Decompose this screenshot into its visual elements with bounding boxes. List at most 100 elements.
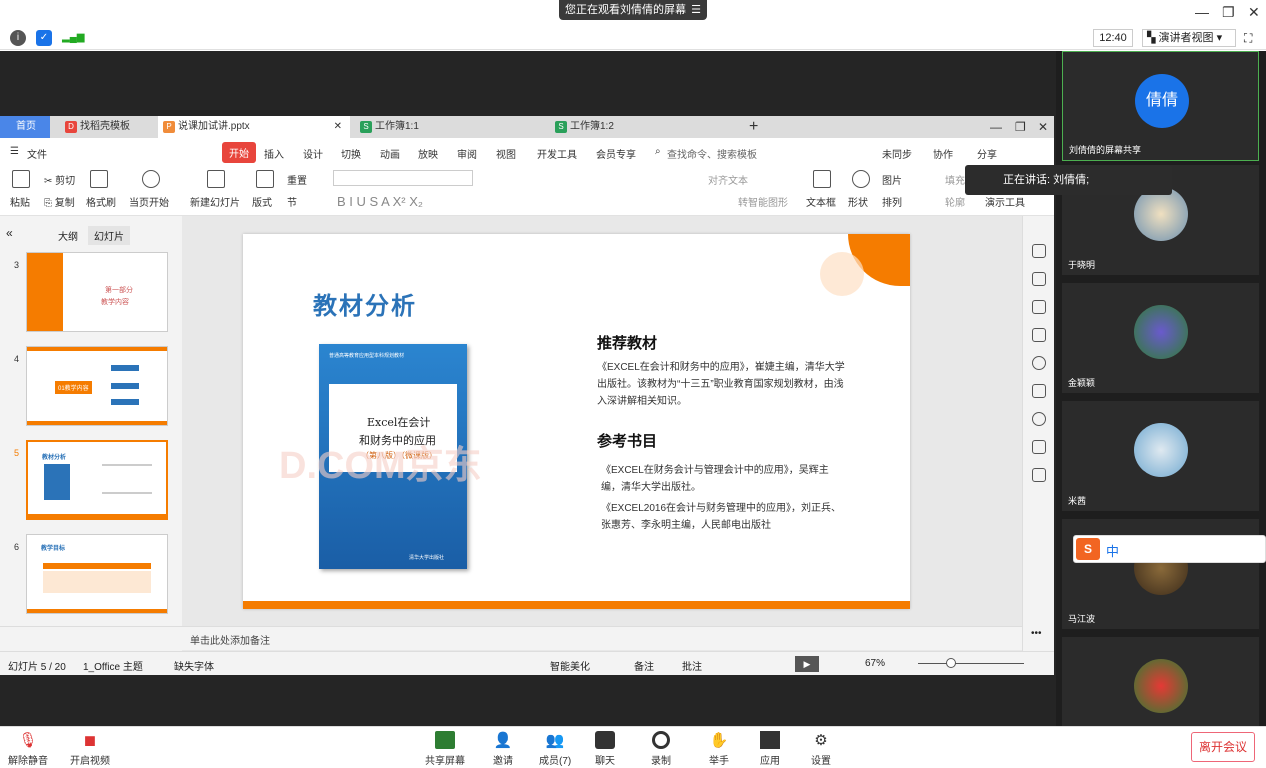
tab-template[interactable]: D 找稻壳模板 [60, 116, 156, 138]
current-slide[interactable]: 教材分析 普通高等教育应用型本科规划教材 Excel在会计 和财务中的应用 （第… [243, 234, 910, 609]
tab-workbook1[interactable]: S 工作簿1:1 [355, 116, 545, 138]
menu-review[interactable]: 审阅 [457, 146, 477, 161]
menu-start[interactable]: 开始 [222, 142, 256, 163]
menu-animation[interactable]: 动画 [380, 146, 400, 161]
sogou-icon[interactable]: S [1076, 538, 1100, 560]
format-painter-button[interactable]: 格式刷 [86, 194, 116, 209]
design-icon[interactable] [1032, 244, 1046, 258]
menu-icon[interactable]: ☰ [10, 146, 19, 157]
tab-slides[interactable]: 幻灯片 [88, 226, 130, 245]
notes-button[interactable]: 备注 [634, 658, 654, 673]
shield-icon[interactable]: ✓ [36, 30, 52, 46]
participant-tile[interactable]: 米茜 [1062, 401, 1259, 511]
menu-view[interactable]: 视图 [496, 146, 516, 161]
reset-button[interactable]: 重置 [287, 172, 307, 187]
menu-slideshow[interactable]: 放映 [418, 146, 438, 161]
location-icon[interactable] [1032, 412, 1046, 426]
font-style-buttons[interactable]: B I U S A X² X₂ [337, 194, 423, 209]
sync-status[interactable]: 未同步 [882, 146, 912, 161]
video-button[interactable]: ◼ 开启视频 [70, 731, 110, 767]
start-current-button[interactable]: 当页开始 [129, 194, 169, 209]
cut-button[interactable]: ✂ 剪切 [44, 172, 75, 187]
invite-button[interactable]: 👤 邀请 [493, 731, 513, 767]
paste-icon[interactable] [12, 170, 30, 188]
copy-button[interactable]: ⎘ 复制 [44, 194, 75, 209]
share-screen-button[interactable]: 共享屏幕 [425, 731, 465, 767]
picture-button[interactable]: 图片 [882, 172, 902, 187]
participant-tile[interactable]: 金颖颖 [1062, 283, 1259, 393]
textbox-button[interactable]: 文本框 [806, 194, 836, 209]
ime-toolbar[interactable]: S 中 [1073, 535, 1266, 563]
presenter-tools-button[interactable]: 演示工具 [985, 194, 1025, 209]
new-slide-icon[interactable] [207, 170, 225, 188]
search-icon[interactable]: ⌕ [655, 146, 661, 157]
image-icon[interactable] [1032, 384, 1046, 398]
section-button[interactable]: 节 [287, 194, 297, 209]
layout-icon[interactable] [256, 170, 274, 188]
more-icon[interactable]: ••• [1031, 628, 1042, 639]
menu-devtools[interactable]: 开发工具 [537, 146, 577, 161]
minimize-icon[interactable]: — [990, 116, 1002, 138]
close-tab-icon[interactable]: ✕ [334, 116, 342, 138]
beautify-button[interactable]: 智能美化 [550, 658, 590, 673]
menu-transition[interactable]: 切换 [341, 146, 361, 161]
shape-icon[interactable] [852, 170, 870, 188]
arrange-button[interactable]: 排列 [882, 194, 902, 209]
slide-thumb-5[interactable]: 教材分析 [26, 440, 168, 520]
restore-icon[interactable]: ❐ [1222, 4, 1235, 21]
tab-workbook2[interactable]: S 工作簿1:2 [550, 116, 740, 138]
convert-smartart-button[interactable]: 转智能图形 [738, 194, 788, 209]
comment-button[interactable]: 批注 [682, 658, 702, 673]
mute-button[interactable]: 🎙 解除静音 [8, 731, 48, 767]
tab-outline[interactable]: 大纲 [58, 228, 78, 243]
outline-button[interactable]: 轮廓 [945, 194, 965, 209]
textbox-icon[interactable] [813, 170, 831, 188]
menu-icon[interactable]: ☰ [691, 0, 701, 20]
menu-file[interactable]: 文件 [27, 146, 47, 161]
align-text-button[interactable]: 对齐文本 [708, 172, 748, 187]
menu-insert[interactable]: 插入 [264, 146, 284, 161]
new-tab-icon[interactable]: + [745, 116, 758, 138]
cube-icon[interactable] [1032, 468, 1046, 482]
restore-icon[interactable]: ❐ [1015, 116, 1026, 138]
collapse-panel-icon[interactable]: « [6, 226, 13, 240]
layout-button[interactable]: 版式 [252, 194, 272, 209]
tab-pptx[interactable]: P 说课加试讲.pptx ✕ [158, 116, 350, 138]
zoom-level[interactable]: 67% [865, 658, 885, 669]
participant-tile[interactable] [1062, 637, 1259, 726]
slide-thumb-3[interactable]: 第一部分 教学内容 [26, 252, 168, 332]
slide-thumb-6[interactable]: 教学目标 [26, 534, 168, 614]
book-icon[interactable] [1032, 440, 1046, 454]
command-search[interactable]: 查找命令、搜索模板 [667, 146, 757, 161]
chat-button[interactable]: 聊天 [595, 731, 615, 767]
menu-design[interactable]: 设计 [303, 146, 323, 161]
transition-icon[interactable] [1032, 328, 1046, 342]
font-family-select[interactable] [333, 170, 473, 186]
minimize-icon[interactable]: — [1195, 4, 1209, 20]
play-icon[interactable] [142, 170, 160, 188]
menu-member[interactable]: 会员专享 [596, 146, 636, 161]
signal-icon[interactable]: ▂▄▆ [62, 30, 84, 46]
zoom-slider[interactable] [918, 663, 1024, 664]
slide-thumb-4[interactable]: 01教学内容 [26, 346, 168, 426]
screen-share-banner[interactable]: 您正在观看刘倩倩的屏幕 ☰ [559, 0, 707, 20]
raise-hand-button[interactable]: ✋ 举手 [709, 731, 729, 767]
participant-tile-sharer[interactable]: 倩倩 刘倩倩的屏幕共享 [1062, 51, 1259, 161]
fill-button[interactable]: 填充 [945, 172, 965, 187]
notes-bar[interactable]: 单击此处添加备注 [0, 626, 1022, 650]
view-mode-button[interactable]: ▚ 演讲者视图 ▾ [1142, 29, 1236, 47]
properties-icon[interactable] [1032, 272, 1046, 286]
new-slide-button[interactable]: 新建幻灯片 [190, 194, 240, 209]
fullscreen-icon[interactable]: ⛶ [1244, 31, 1258, 45]
shape-button[interactable]: 形状 [848, 194, 868, 209]
share-button[interactable]: 分享 [977, 146, 997, 161]
members-button[interactable]: 👥 成员(7) [539, 731, 571, 767]
ime-mode[interactable]: 中 [1106, 541, 1119, 560]
tab-home[interactable]: 首页 [0, 116, 50, 138]
zoom-slider-thumb[interactable] [946, 658, 956, 668]
format-painter-icon[interactable] [90, 170, 108, 188]
paste-button[interactable]: 粘贴 [10, 194, 30, 209]
close-icon[interactable]: ✕ [1248, 4, 1260, 21]
animation-icon[interactable] [1032, 300, 1046, 314]
info-icon[interactable]: i [10, 30, 26, 46]
